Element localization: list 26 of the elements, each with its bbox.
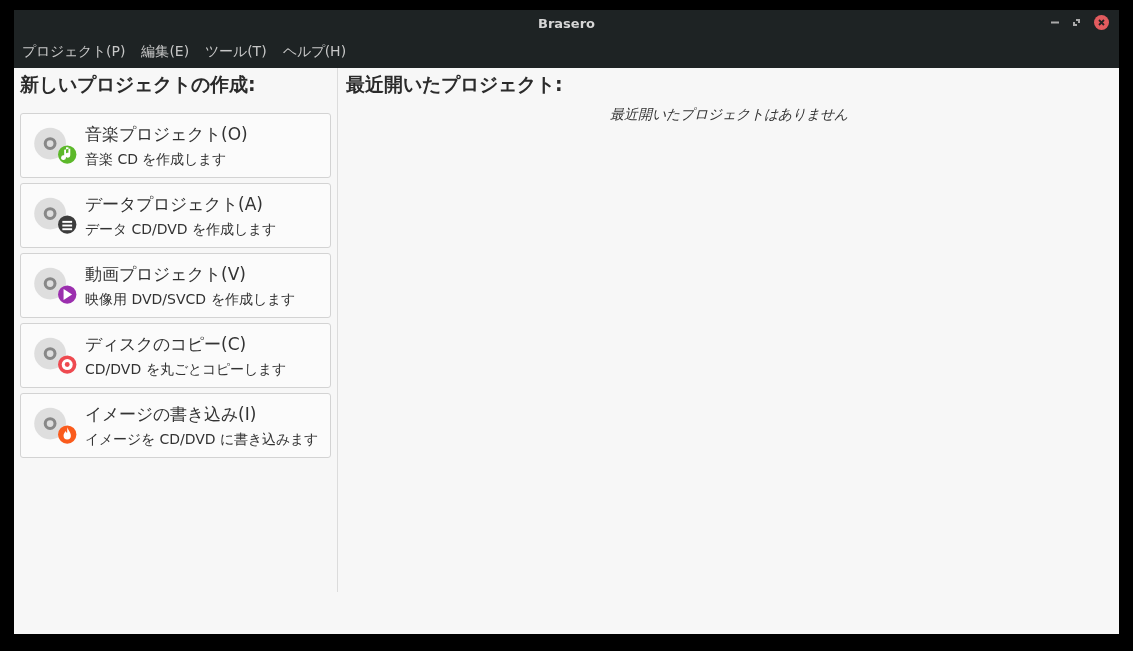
project-button[interactable]: 音楽プロジェクト(O) 音楽 CD を作成します <box>20 113 331 178</box>
project-title: 音楽プロジェクト(O) <box>85 122 248 146</box>
project-title: データプロジェクト(A) <box>85 192 264 216</box>
project-title: 動画プロジェクト(V) <box>85 262 247 286</box>
project-button[interactable]: データプロジェクト(A) データ CD/DVD を作成します <box>20 183 331 248</box>
project-title: イメージの書き込み(I) <box>85 402 258 426</box>
menu-item[interactable]: ヘルプ(H) <box>282 43 347 61</box>
close-icon[interactable] <box>1094 15 1109 30</box>
project-description: CD/DVD を丸ごとコピーします <box>85 360 286 379</box>
restore-icon[interactable] <box>1073 19 1080 26</box>
menu-item[interactable]: 編集(E) <box>141 43 190 61</box>
project-description: 音楽 CD を作成します <box>85 150 228 169</box>
project-button[interactable]: イメージの書き込み(I) イメージを CD/DVD に書き込みます <box>20 393 331 458</box>
project-description: 映像用 DVD/SVCD を作成します <box>85 290 295 309</box>
project-button[interactable]: ディスクのコピー(C) CD/DVD を丸ごとコピーします <box>20 323 331 388</box>
project-description: データ CD/DVD を作成します <box>85 220 277 239</box>
empty-message: 最近開いたプロジェクトはありません <box>609 106 848 124</box>
section-heading: 最近開いたプロジェクト: <box>346 72 564 97</box>
project-description: イメージを CD/DVD に書き込みます <box>85 430 319 449</box>
project-button[interactable]: 動画プロジェクト(V) 映像用 DVD/SVCD を作成します <box>20 253 331 318</box>
menu-item[interactable]: ツール(T) <box>205 43 267 61</box>
project-title: ディスクのコピー(C) <box>85 332 248 356</box>
menu-item[interactable]: プロジェクト(P) <box>22 43 126 61</box>
minimize-icon[interactable] <box>1051 21 1059 24</box>
window-title: Brasero <box>538 15 595 31</box>
section-heading: 新しいプロジェクトの作成: <box>20 72 257 97</box>
